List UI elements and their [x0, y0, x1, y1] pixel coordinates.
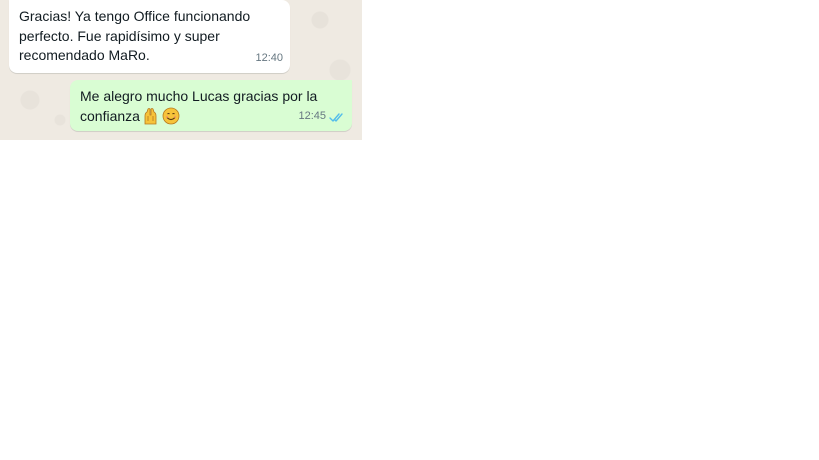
message-text: Gracias! Ya tengo Office funcionando per… — [19, 8, 251, 63]
message-meta: 12:40 — [255, 49, 283, 69]
incoming-message-bubble[interactable]: Gracias! Ya tengo Office funcionando per… — [9, 0, 290, 73]
outgoing-message-bubble[interactable]: Me alegro mucho Lucas gracias por la con… — [70, 80, 352, 131]
smiling-face-emoji-icon — [162, 107, 180, 125]
raising-hands-emoji-icon — [142, 107, 160, 125]
message-timestamp: 12:40 — [255, 51, 283, 64]
message-timestamp: 12:45 — [298, 109, 326, 122]
double-check-icon — [329, 111, 345, 122]
message-meta: 12:45 — [298, 107, 345, 127]
message-text: Me alegro mucho Lucas gracias por la con… — [80, 88, 318, 124]
chat-conversation-panel: Gracias! Ya tengo Office funcionando per… — [0, 0, 362, 140]
